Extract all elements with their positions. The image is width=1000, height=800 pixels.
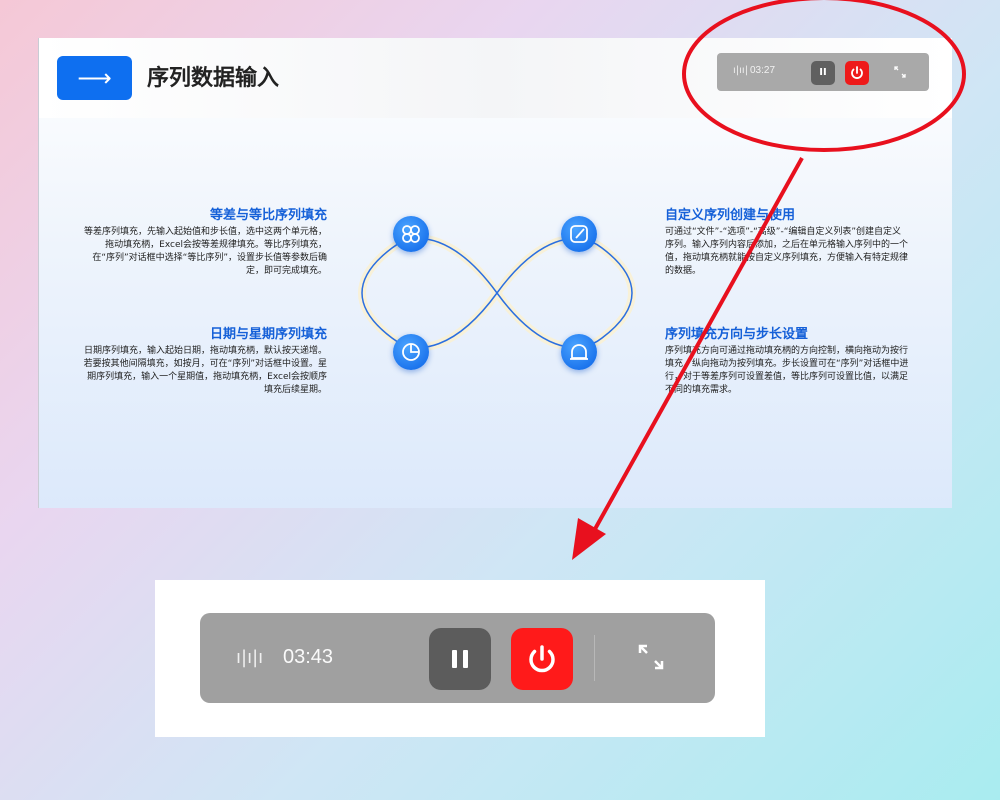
recording-time: 03:43	[283, 646, 334, 668]
bell-icon	[561, 334, 597, 370]
audio-wave-icon: ı|ıı|	[733, 65, 749, 76]
text-block-arithmetic: 等差与等比序列填充 等差序列填充，先输入起始值和步长值，选中这两个单元格，拖动填…	[83, 204, 327, 278]
block-heading: 日期与星期序列填充	[209, 327, 327, 342]
divider	[594, 635, 595, 681]
title-bar: ⟶ 序列数据输入 ı|ıı| 03:27 II	[39, 38, 952, 118]
block-body: 等差序列填充，先输入起始值和步长值，选中这两个单元格，拖动填充柄，Excel会按…	[83, 227, 327, 276]
text-block-direction: 序列填充方向与步长设置 序列填充方向可通过拖动填充柄的方向控制，横向拖动为按行填…	[665, 323, 909, 397]
expand-icon	[638, 644, 664, 670]
block-body: 可通过“文件”-“选项”-“高级”-“编辑自定义列表”创建自定义序列。输入序列内…	[665, 227, 909, 276]
audio-wave-icon: ı|ı|ı	[236, 647, 264, 668]
block-body: 日期序列填充，输入起始日期，拖动填充柄，默认按天递增。若要按其他间隔填充，如按月…	[83, 346, 327, 395]
edit-icon	[561, 216, 597, 252]
block-body: 序列填充方向可通过拖动填充柄的方向控制，横向拖动为按行填充，纵向拖动为按列填充。…	[665, 346, 909, 395]
pie-chart-icon	[393, 334, 429, 370]
stop-button[interactable]	[511, 628, 573, 690]
block-heading: 等差与等比序列填充	[209, 208, 327, 223]
text-block-custom: 自定义序列创建与使用 可通过“文件”-“选项”-“高级”-“编辑自定义列表”创建…	[665, 204, 909, 278]
text-block-date: 日期与星期序列填充 日期序列填充，输入起始日期，拖动填充柄，默认按天递增。若要按…	[83, 323, 327, 397]
slide: ⟶ 序列数据输入 ı|ıı| 03:27 II 等差与等比序列填充 等差序列填充…	[38, 38, 952, 508]
recording-time: 03:27	[750, 65, 776, 76]
expand-button[interactable]	[893, 65, 907, 82]
slide-title: 序列数据输入	[147, 66, 280, 91]
block-heading: 序列填充方向与步长设置	[665, 327, 809, 342]
power-icon	[851, 66, 863, 79]
pause-button[interactable]	[429, 628, 491, 690]
expand-icon	[894, 66, 906, 78]
grid-icon	[393, 216, 429, 252]
recording-control-bar-zoomed: ı|ı|ı 03:43	[200, 613, 715, 703]
arrow-right-icon: ⟶	[57, 56, 132, 100]
pause-button[interactable]: II	[811, 61, 835, 85]
power-icon	[529, 645, 555, 673]
recording-control-bar: ı|ıı| 03:27 II	[717, 53, 929, 91]
block-heading: 自定义序列创建与使用	[665, 208, 796, 223]
stop-button[interactable]	[845, 61, 869, 85]
zoomed-control-panel: ı|ı|ı 03:43	[155, 580, 765, 737]
infinity-diagram	[358, 234, 636, 352]
expand-button[interactable]	[637, 643, 665, 671]
pause-icon	[452, 650, 468, 668]
